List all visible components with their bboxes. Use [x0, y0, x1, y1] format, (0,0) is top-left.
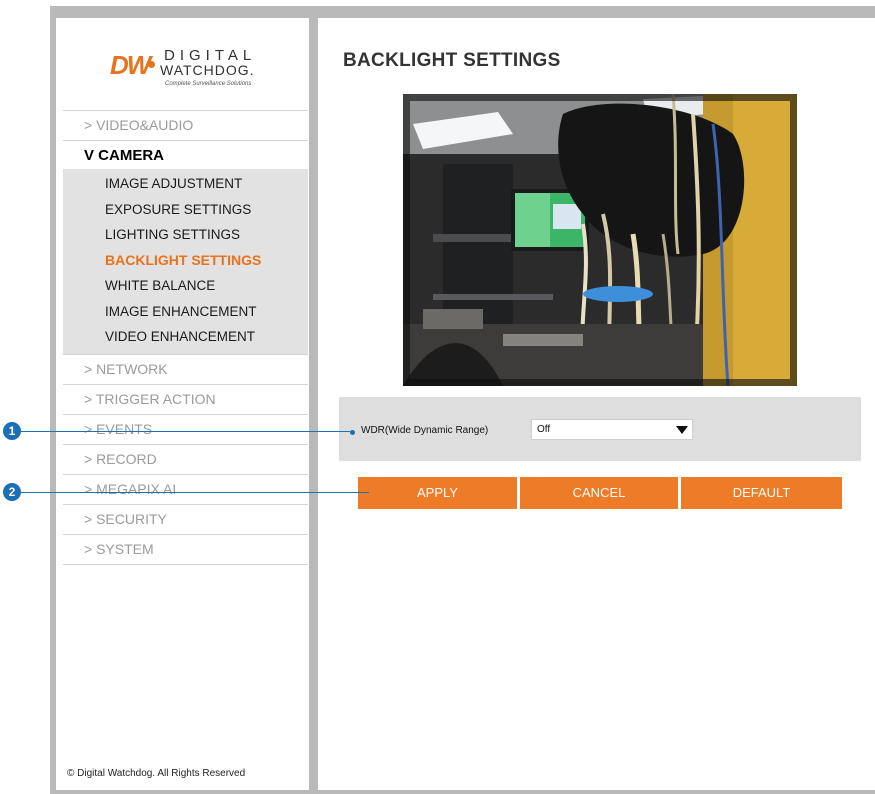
sidebar-item-camera[interactable]: V CAMERA: [63, 140, 308, 169]
copyright-text: © Digital Watchdog. All Rights Reserved: [67, 768, 246, 779]
sidebar-menu: > VIDEO&AUDIO V CAMERA IMAGE ADJUSTMENT …: [63, 110, 308, 565]
callout-badge-2: 2: [3, 483, 21, 501]
default-button[interactable]: DEFAULT: [681, 477, 842, 509]
callout-line-1: [12, 431, 350, 432]
submenu-item-image-adjustment[interactable]: IMAGE ADJUSTMENT: [63, 171, 308, 197]
camera-preview-scene: [403, 94, 797, 386]
logo-tagline: Complete Surveillance Solutions: [165, 81, 252, 87]
sidebar-item-network[interactable]: > NETWORK: [63, 353, 308, 384]
sidebar-item-security[interactable]: > SECURITY: [63, 503, 308, 534]
page-title: BACKLIGHT SETTINGS: [343, 50, 561, 71]
dropdown-arrow-icon: [676, 426, 688, 434]
sidebar-item-record[interactable]: > RECORD: [63, 443, 308, 474]
bullet-icon: [350, 430, 355, 435]
submenu-item-exposure-settings[interactable]: EXPOSURE SETTINGS: [63, 197, 308, 223]
digital-watchdog-logo: DW DIGITAL WATCHDOG. Complete Surveillan…: [110, 45, 265, 95]
submenu-item-lighting-settings[interactable]: LIGHTING SETTINGS: [63, 222, 308, 248]
logo-dot: [148, 61, 155, 68]
wdr-select[interactable]: Off: [531, 419, 693, 440]
logo-watchdog-text: WATCHDOG.: [160, 62, 255, 78]
callout-line-2: [12, 492, 369, 493]
sidebar-item-video-audio[interactable]: > VIDEO&AUDIO: [63, 110, 308, 140]
submenu-item-backlight-settings[interactable]: BACKLIGHT SETTINGS: [63, 248, 308, 274]
cancel-button[interactable]: CANCEL: [520, 477, 678, 509]
wdr-select-value: Off: [537, 424, 551, 435]
callout-badge-1: 1: [3, 422, 21, 440]
camera-preview-image: [403, 94, 797, 386]
submenu-item-video-enhancement[interactable]: VIDEO ENHANCEMENT: [63, 324, 308, 350]
submenu-item-image-enhancement[interactable]: IMAGE ENHANCEMENT: [63, 299, 308, 325]
wdr-label: WDR(Wide Dynamic Range): [361, 425, 489, 436]
apply-button[interactable]: APPLY: [358, 477, 517, 509]
menu-divider: [63, 563, 308, 565]
sidebar-item-events[interactable]: > EVENTS: [63, 413, 308, 444]
submenu-item-white-balance[interactable]: WHITE BALANCE: [63, 273, 308, 299]
camera-submenu: IMAGE ADJUSTMENT EXPOSURE SETTINGS LIGHT…: [63, 169, 308, 354]
sidebar-item-megapix-ai[interactable]: > MEGAPIX AI: [63, 473, 308, 504]
sidebar-item-system[interactable]: > SYSTEM: [63, 533, 308, 564]
logo-dw-mark: DW: [110, 50, 151, 80]
sidebar-item-trigger-action[interactable]: > TRIGGER ACTION: [63, 383, 308, 414]
